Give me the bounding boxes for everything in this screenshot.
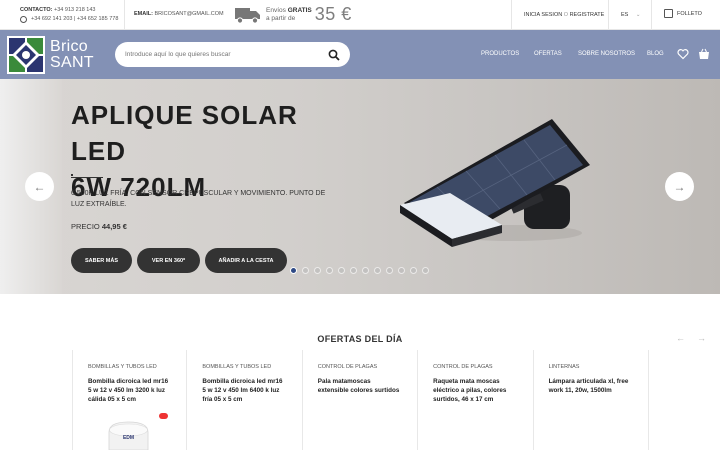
nav-sobre-nosotros[interactable]: SOBRE NOSOTROS (578, 51, 635, 57)
product-bulb-image[interactable]: EDM (105, 418, 152, 450)
shipping-free: GRATIS (287, 6, 312, 14)
product-name[interactable]: Pala matamoscas extensible colores surti… (318, 377, 402, 395)
whatsapp-phones[interactable]: +34 692 141 203 | +34 652 185 778 (31, 15, 118, 24)
offers-prev-arrow[interactable]: ← (676, 333, 685, 343)
product-category[interactable]: CONTROL DE PLAGAS (318, 364, 402, 370)
logo-line1: Brico (50, 38, 88, 55)
hero-divider (71, 177, 103, 178)
offers-next-arrow[interactable]: → (697, 333, 706, 343)
book-icon (664, 9, 673, 18)
slider-dot[interactable] (338, 267, 345, 274)
language-value: ES (621, 12, 629, 18)
bulb-brand: EDM (123, 435, 134, 441)
shipping-from: a partir de (266, 14, 296, 22)
product-name[interactable]: Lámpara articulada xl, free work 11, 20w… (549, 377, 633, 395)
account-links: INICIA SESION O REGISTRATE (524, 12, 604, 18)
register-link[interactable]: REGISTRATE (570, 12, 605, 18)
product-card[interactable]: CONTROL DE PLAGAS Pala matamoscas extens… (303, 350, 419, 450)
language-selector[interactable]: ES ⌄ (621, 12, 640, 18)
slider-prev-button[interactable]: ← (25, 172, 54, 201)
hero-slider: APLIQUE SOLAR LED 6W 720LM 6.500K LUZ FR… (0, 79, 720, 294)
arrow-left-icon: ← (33, 179, 46, 194)
hero-description: 6.500K LUZ FRÍA. CON SENSOR CREPUSCULAR … (71, 190, 326, 208)
hero-title-line1: APLIQUE SOLAR LED (71, 100, 298, 166)
slider-dot[interactable] (302, 267, 309, 274)
divider (651, 0, 652, 30)
email-info: EMAIL: BRICOSANT@GMAIL.COM (134, 11, 224, 17)
contact-label: CONTACTO: (20, 7, 53, 13)
offers-carousel: BOMBILLAS Y TUBOS LED Bombilla dicroica … (72, 350, 649, 450)
cart-icon[interactable] (698, 48, 710, 60)
logo-line2: SANT (50, 54, 94, 71)
search-icon[interactable] (328, 49, 340, 61)
whatsapp-icon (20, 16, 27, 23)
slider-dot[interactable] (410, 267, 417, 274)
contact-info: CONTACTO: +34 913 218 143 +34 692 141 20… (20, 6, 118, 24)
shipping-prefix: Envíos (266, 6, 286, 14)
search-input[interactable] (125, 51, 328, 58)
product-card[interactable]: BOMBILLAS Y TUBOS LED Bombilla dicroica … (187, 350, 303, 450)
product-name[interactable]: Raqueta mata moscas eléctrico a pilas, c… (433, 377, 517, 404)
slider-dot[interactable] (422, 267, 429, 274)
hero-price-value: 44,95 € (101, 222, 127, 231)
login-separator: O (563, 12, 569, 18)
topbar: CONTACTO: +34 913 218 143 +34 692 141 20… (0, 0, 720, 30)
slider-next-button[interactable]: → (665, 172, 694, 201)
hero-price: PRECIO 44,95 € (71, 222, 127, 231)
product-card[interactable]: LINTERNAS Lámpara articulada xl, free wo… (534, 350, 649, 450)
main-header: Brico SANT PRODUCTOS OFERTAS SOBRE NOSOT… (0, 30, 720, 79)
slider-dot[interactable] (326, 267, 333, 274)
email-label: EMAIL: (134, 11, 153, 17)
slider-dot[interactable] (350, 267, 357, 274)
hero-price-label: PRECIO (71, 222, 100, 231)
product-card[interactable]: CONTROL DE PLAGAS Raqueta mata moscas el… (418, 350, 534, 450)
truck-icon (235, 7, 260, 24)
slider-dot[interactable] (386, 267, 393, 274)
ver-360-button[interactable]: VER EN 360º (137, 248, 200, 273)
logo-mark-icon (7, 36, 45, 74)
arrow-right-icon: → (673, 179, 686, 194)
shipping-threshold: 35 € (314, 4, 352, 24)
product-category[interactable]: CONTROL DE PLAGAS (433, 364, 517, 370)
slider-dot[interactable] (362, 267, 369, 274)
product-category[interactable]: LINTERNAS (549, 364, 633, 370)
add-to-cart-button[interactable]: AÑADIR A LA CESTA (205, 248, 287, 273)
product-category[interactable]: BOMBILLAS Y TUBOS LED (88, 364, 171, 370)
divider (124, 0, 125, 30)
divider (608, 0, 609, 30)
product-name[interactable]: Bombilla dicroica led mr16 5 w 12 v 450 … (202, 377, 286, 404)
slider-dot[interactable] (374, 267, 381, 274)
nav-ofertas[interactable]: OFERTAS (534, 51, 562, 57)
contact-phone[interactable]: +34 913 218 143 (54, 7, 95, 13)
folleto-link[interactable]: FOLLETO (664, 9, 702, 18)
nav-blog[interactable]: BLOG (647, 51, 664, 57)
slider-dot[interactable] (314, 267, 321, 274)
slider-dot[interactable] (398, 267, 405, 274)
logo[interactable]: Brico SANT (7, 36, 94, 74)
shipping-info: Envíos GRATIS a partir de 35 € (235, 4, 352, 25)
folleto-label: FOLLETO (677, 10, 702, 17)
heart-icon[interactable] (677, 48, 689, 60)
product-category[interactable]: BOMBILLAS Y TUBOS LED (202, 364, 286, 370)
saber-mas-button[interactable]: SABER MÁS (71, 248, 132, 273)
divider (511, 0, 512, 30)
slider-pagination (290, 267, 429, 274)
slider-dot[interactable] (290, 267, 297, 274)
chevron-down-icon: ⌄ (635, 12, 641, 18)
search-bar (115, 42, 350, 67)
login-link[interactable]: INICIA SESION (524, 12, 562, 18)
offers-title: OFERTAS DEL DÍA (317, 334, 403, 344)
product-name[interactable]: Bombilla dicroica led mr16 5 w 12 v 450 … (88, 377, 171, 404)
solar-lamp-image (400, 119, 590, 247)
nav-productos[interactable]: PRODUCTOS (481, 51, 519, 57)
energy-badge (159, 413, 168, 419)
email-link[interactable]: BRICOSANT@GMAIL.COM (154, 11, 223, 17)
hero-decor-dot (71, 174, 73, 176)
